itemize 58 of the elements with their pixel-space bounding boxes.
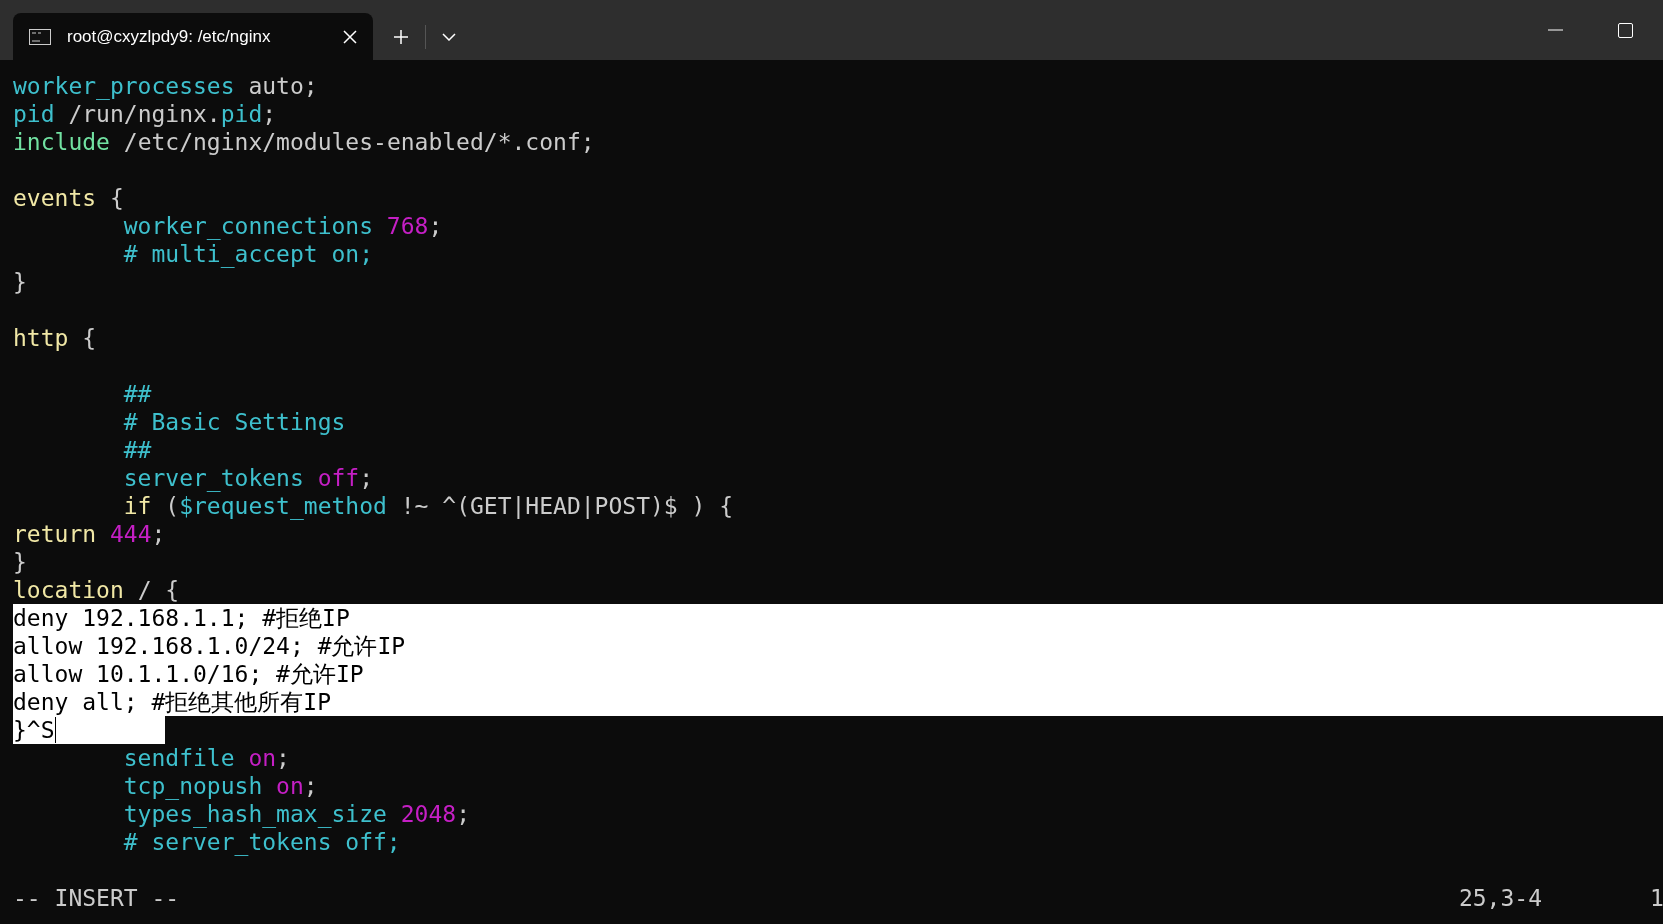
code-text: $request_method — [179, 492, 387, 520]
plus-icon[interactable] — [393, 28, 409, 45]
code-text: ; — [262, 100, 277, 128]
code-text: ; — [151, 520, 166, 548]
code-text: } — [13, 268, 27, 296]
tab-title: root@cxyzlpdy9: /etc/nginx — [67, 25, 272, 48]
code-text: ; — [276, 744, 290, 772]
code-text: if — [123, 492, 152, 520]
code-text: include — [13, 128, 110, 156]
code-text: tcp_nopush — [123, 772, 263, 800]
code-text: off — [316, 464, 360, 492]
maximize-icon[interactable] — [1618, 22, 1633, 38]
code-text: events — [13, 184, 97, 212]
code-text: ## — [123, 436, 152, 464]
terminal-tab[interactable]: root@cxyzlpdy9: /etc/nginx — [13, 13, 373, 60]
code-text: pid — [220, 100, 263, 128]
code-text: } — [13, 548, 27, 576]
code-text: deny all; #拒绝其他所有IP — [13, 688, 331, 716]
code-text: ; — [359, 464, 374, 492]
close-icon[interactable] — [343, 29, 357, 44]
code-text: ; — [428, 212, 443, 240]
code-text: 2048 — [399, 800, 457, 828]
code-text: on — [247, 744, 277, 772]
code-text: worker_connections — [123, 212, 373, 240]
code-text: # server_tokens off; — [123, 828, 401, 856]
code-text: # Basic Settings — [123, 408, 346, 436]
code-text: /etc/nginx/modules-enabled/*.conf; — [122, 128, 595, 156]
code-text: allow 192.168.1.0/24; #允许IP — [13, 632, 406, 660]
code-text: { — [81, 324, 97, 352]
code-text: worker_processes — [13, 72, 235, 100]
code-text: pid — [13, 100, 55, 128]
code-text: !~ ^(GET|HEAD|POST)$ ) { — [399, 492, 734, 520]
code-text: types_hash_max_size — [123, 800, 387, 828]
code-text: 444 — [108, 520, 152, 548]
scroll-position: 1 — [1650, 884, 1663, 912]
code-text: # multi_accept on; — [123, 240, 373, 268]
chevron-down-icon[interactable] — [442, 32, 456, 41]
mode-indicator: -- INSERT -- — [13, 884, 180, 912]
code-text: server_tokens — [123, 464, 304, 492]
code-text: /run/nginx. — [67, 100, 221, 128]
code-text: allow 10.1.1.0/16; #允许IP — [13, 660, 364, 688]
code-text: on — [275, 772, 304, 800]
code-text: }^S — [13, 716, 55, 744]
code-text: ( — [164, 492, 180, 520]
code-text: return — [13, 520, 97, 548]
code-text: { — [108, 184, 124, 212]
code-text: ## — [123, 380, 152, 408]
code-text: http — [13, 324, 69, 352]
code-text: auto; — [247, 72, 318, 100]
code-text: sendfile — [123, 744, 235, 772]
cursor-position: 25,3-4 — [1458, 884, 1542, 912]
terminal-icon — [29, 28, 51, 45]
code-text: location — [13, 576, 124, 604]
code-text: deny 192.168.1.1; #拒绝IP — [13, 604, 350, 632]
code-text: ; — [456, 800, 470, 828]
code-text: 768 — [385, 212, 429, 240]
code-text: ; — [303, 772, 318, 800]
code-text: / { — [136, 576, 180, 604]
